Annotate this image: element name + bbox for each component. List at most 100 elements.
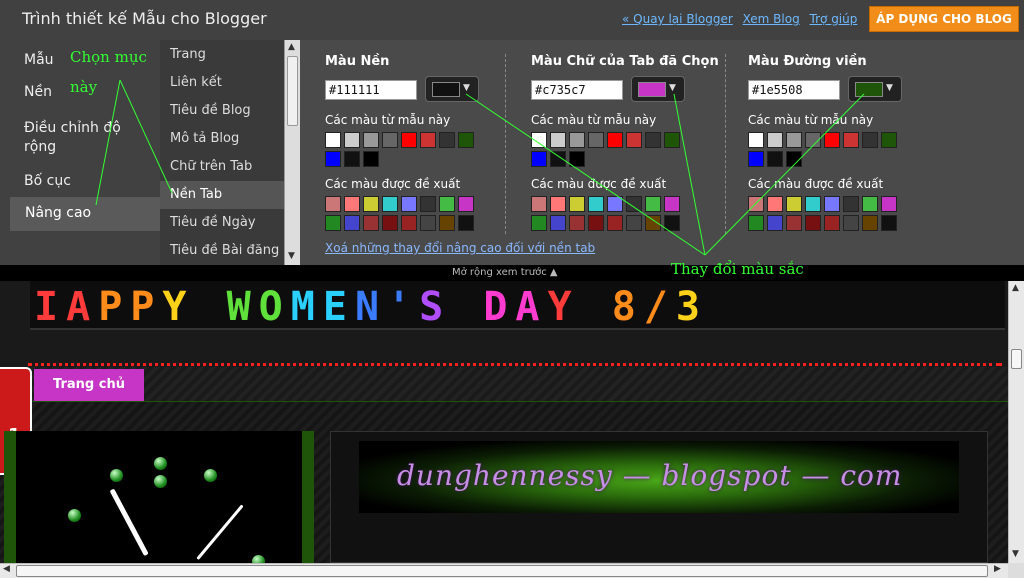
color-swatch[interactable] [420,196,436,212]
color-swatch[interactable] [748,151,764,167]
color-swatch[interactable] [458,196,474,212]
color-swatch[interactable] [645,132,661,148]
color-swatch[interactable] [786,132,802,148]
color-swatch[interactable] [439,196,455,212]
reset-tab-background-link[interactable]: Xoá những thay đổi nâng cao đối với nền … [325,241,595,255]
color-swatch[interactable] [664,196,680,212]
border-color-picker[interactable]: ▼ [848,76,902,102]
color-swatch[interactable] [363,132,379,148]
color-swatch[interactable] [325,196,341,212]
color-swatch[interactable] [363,151,379,167]
vertical-scroll-thumb[interactable] [1011,349,1022,369]
sub-item-tab-text[interactable]: Chữ trên Tab [170,159,252,174]
color-swatch[interactable] [439,215,455,231]
color-swatch[interactable] [531,196,547,212]
color-swatch[interactable] [588,196,604,212]
color-swatch[interactable] [550,132,566,148]
color-swatch[interactable] [805,196,821,212]
scroll-up-icon[interactable]: ▲ [288,42,295,52]
color-swatch[interactable] [881,132,897,148]
color-swatch[interactable] [767,196,783,212]
color-swatch[interactable] [569,151,585,167]
color-swatch[interactable] [569,196,585,212]
background-color-picker[interactable]: ▼ [425,76,479,102]
color-swatch[interactable] [881,215,897,231]
color-swatch[interactable] [786,151,802,167]
scroll-right-icon[interactable]: ▶ [994,564,1001,574]
color-swatch[interactable] [363,215,379,231]
color-swatch[interactable] [767,151,783,167]
nav-item-adjust-widths-2[interactable]: rộng [24,137,56,157]
color-swatch[interactable] [805,215,821,231]
color-swatch[interactable] [382,196,398,212]
color-swatch[interactable] [824,132,840,148]
color-swatch[interactable] [645,196,661,212]
view-blog-link[interactable]: Xem Blog [743,12,800,26]
preview-horizontal-scrollbar[interactable]: ◀ ▶ [0,563,1008,578]
sub-item-blog-description[interactable]: Mô tả Blog [170,131,239,146]
color-swatch[interactable] [382,215,398,231]
color-swatch[interactable] [862,132,878,148]
color-swatch[interactable] [626,215,642,231]
color-swatch[interactable] [786,215,802,231]
nav-item-templates[interactable]: Mẫu [24,50,54,70]
sub-nav-scrollbar[interactable]: ▲ ▼ [284,40,300,265]
color-swatch[interactable] [786,196,802,212]
color-swatch[interactable] [531,151,547,167]
color-swatch[interactable] [862,196,878,212]
color-swatch[interactable] [439,132,455,148]
color-swatch[interactable] [325,132,341,148]
color-swatch[interactable] [325,215,341,231]
preview-vertical-scrollbar[interactable]: ▲ ▼ [1008,281,1024,563]
nav-item-background[interactable]: Nền [24,82,52,102]
scroll-up-icon[interactable]: ▲ [1012,283,1019,293]
help-link[interactable]: Trợ giúp [810,12,858,26]
color-swatch[interactable] [748,196,764,212]
back-to-blogger-link[interactable]: « Quay lại Blogger [622,12,733,26]
sub-item-post-title[interactable]: Tiêu đề Bài đăng [170,243,279,258]
color-swatch[interactable] [569,215,585,231]
color-swatch[interactable] [344,215,360,231]
border-color-input[interactable] [748,80,840,100]
color-swatch[interactable] [824,215,840,231]
sub-item-date-header[interactable]: Tiêu đề Ngày [170,215,256,230]
color-swatch[interactable] [550,196,566,212]
color-swatch[interactable] [325,151,341,167]
color-swatch[interactable] [748,132,764,148]
color-swatch[interactable] [843,215,859,231]
color-swatch[interactable] [458,132,474,148]
color-swatch[interactable] [344,151,360,167]
nav-item-advanced[interactable]: Nâng cao [10,197,162,231]
scroll-down-icon[interactable]: ▼ [288,251,295,261]
color-swatch[interactable] [363,196,379,212]
color-swatch[interactable] [420,132,436,148]
color-swatch[interactable] [645,215,661,231]
color-swatch[interactable] [344,132,360,148]
color-swatch[interactable] [550,151,566,167]
sub-item-tab-background[interactable]: Nền Tab [160,181,284,209]
color-swatch[interactable] [664,132,680,148]
color-swatch[interactable] [401,132,417,148]
color-swatch[interactable] [664,215,680,231]
color-swatch[interactable] [767,132,783,148]
color-swatch[interactable] [824,196,840,212]
color-swatch[interactable] [550,215,566,231]
color-swatch[interactable] [401,215,417,231]
color-swatch[interactable] [458,215,474,231]
color-swatch[interactable] [607,132,623,148]
sub-item-blog-title[interactable]: Tiêu đề Blog [170,103,251,118]
color-swatch[interactable] [588,215,604,231]
sub-item-links[interactable]: Liên kết [170,75,222,90]
nav-item-adjust-widths[interactable]: Điều chỉnh độ [24,118,121,138]
color-swatch[interactable] [767,215,783,231]
apply-to-blog-button[interactable]: ÁP DỤNG CHO BLOG [869,6,1019,32]
horizontal-scroll-thumb[interactable] [16,565,988,577]
expand-preview-label[interactable]: Mở rộng xem trước ▲ [452,267,558,278]
color-swatch[interactable] [607,196,623,212]
color-swatch[interactable] [843,196,859,212]
color-swatch[interactable] [843,132,859,148]
color-swatch[interactable] [862,215,878,231]
color-swatch[interactable] [531,132,547,148]
expand-preview-bar[interactable]: Mở rộng xem trước ▲ [0,265,1024,281]
color-swatch[interactable] [805,132,821,148]
